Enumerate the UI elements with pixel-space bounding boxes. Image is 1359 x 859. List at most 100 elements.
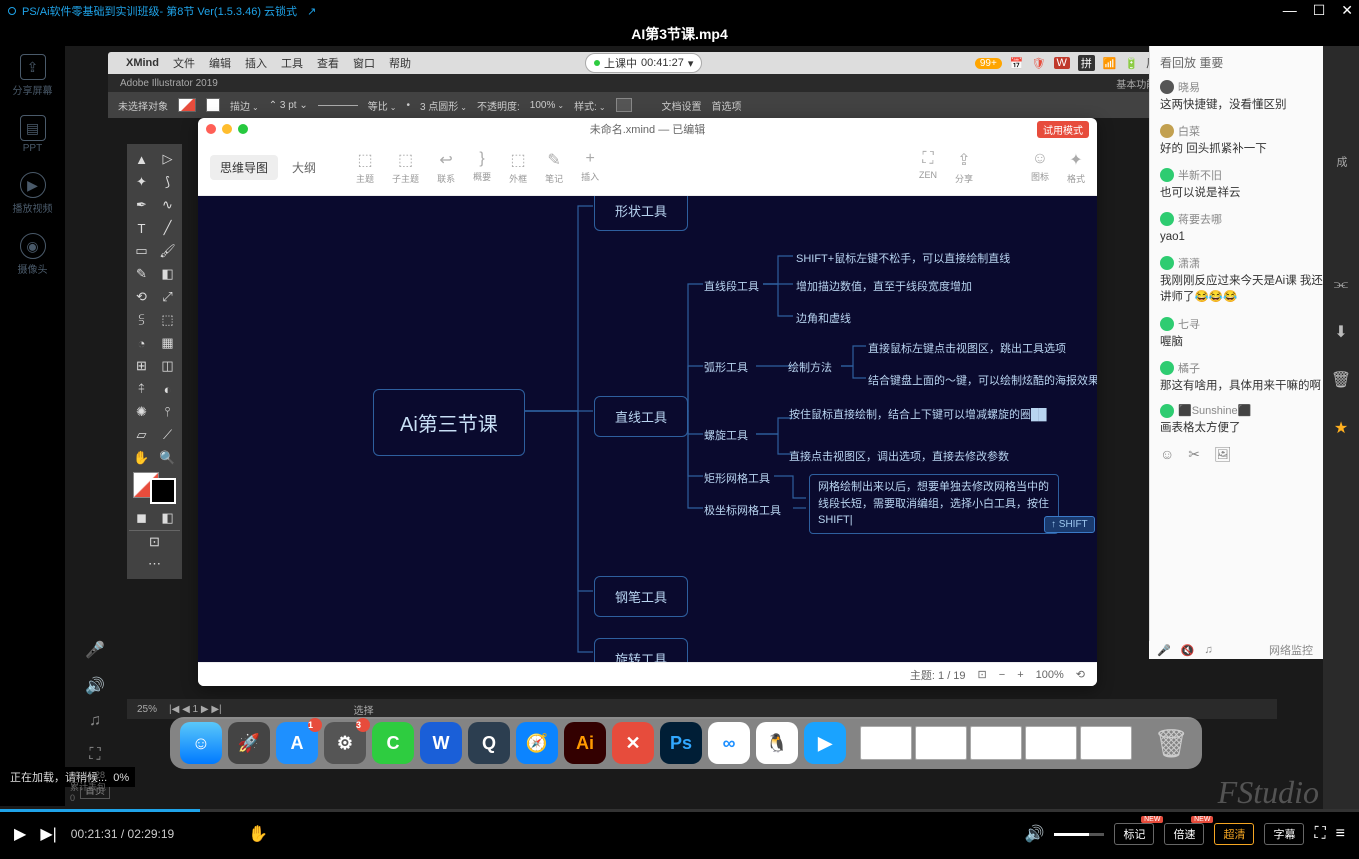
input-method[interactable]: 拼 — [1078, 55, 1095, 71]
menu-file[interactable]: 文件 — [173, 55, 195, 71]
ppt-button[interactable]: ▤PPT — [20, 115, 46, 154]
menu-insert[interactable]: 插入 — [245, 55, 267, 71]
shape-builder-tool[interactable]: ◔ — [129, 332, 154, 354]
zoom-tool[interactable]: 🔍 — [155, 447, 180, 469]
eyedropper-tool[interactable]: ⤉ — [129, 378, 154, 400]
scissors-icon[interactable]: ✂ — [1188, 446, 1200, 463]
player-app[interactable]: ▶ — [804, 722, 846, 764]
screen-mode[interactable]: ⊡ — [129, 530, 180, 552]
preferences-button[interactable]: 首选项 — [712, 98, 742, 113]
dock-thumb[interactable] — [860, 726, 912, 760]
width-tool[interactable]: ⫓ — [129, 309, 154, 331]
camera-button[interactable]: ◉摄像头 — [18, 233, 48, 276]
xmind-app[interactable]: ✕ — [612, 722, 654, 764]
appstore-app[interactable]: A1 — [276, 722, 318, 764]
node-rotate[interactable]: 旋转工具 — [594, 638, 688, 662]
hand-tool[interactable]: ✋ — [129, 447, 154, 469]
rectangle-tool[interactable]: ▭ — [129, 240, 154, 262]
dock-thumb[interactable] — [1080, 726, 1132, 760]
music-icon[interactable]: ♫ — [89, 712, 101, 730]
delete-icon[interactable]: 🗑 — [1331, 370, 1351, 390]
node-rectgrid[interactable]: 矩形网格工具 — [704, 470, 770, 486]
photoshop-app[interactable]: Ps — [660, 722, 702, 764]
scale-tool[interactable]: ⤢ — [155, 286, 180, 308]
close-traffic-light[interactable] — [206, 124, 216, 134]
progress-bar[interactable] — [0, 809, 1359, 812]
curvature-tool[interactable]: ∿ — [155, 194, 180, 216]
qq-app[interactable]: 🐧 — [756, 722, 798, 764]
volume-icon[interactable]: 🔊 — [1025, 824, 1045, 844]
network-monitor[interactable]: 网络监控 — [1269, 642, 1313, 658]
tab-outline[interactable]: 大纲 — [282, 155, 326, 180]
star-icon[interactable]: ★ — [1334, 418, 1348, 438]
emoji-icon[interactable]: ☺ — [1160, 446, 1174, 463]
share-icon[interactable]: ⫘ — [1334, 276, 1348, 294]
node-polar[interactable]: 极坐标网格工具 — [704, 502, 781, 518]
graph-tool[interactable]: ⫯ — [155, 401, 180, 423]
direct-selection-tool[interactable]: ▷ — [155, 148, 180, 170]
wps-app[interactable]: W — [420, 722, 462, 764]
btn-share[interactable]: ⇪分享 — [955, 150, 973, 185]
close-button[interactable]: ✕ — [1341, 2, 1353, 19]
leaf-grid-editing[interactable]: 网格绘制出来以后，想要单独去修改网格当中的线段长短，需要取消编组，选择小白工具，… — [809, 474, 1059, 534]
external-link-icon[interactable]: ↗ — [307, 5, 316, 18]
fit-button[interactable]: ⟲ — [1076, 668, 1085, 681]
btn-boundary[interactable]: ⬚外框 — [509, 150, 527, 185]
stroke-label[interactable]: 描边 — [230, 98, 259, 113]
minimize-traffic-light[interactable] — [222, 124, 232, 134]
settings-app[interactable]: ⚙3 — [324, 722, 366, 764]
btn-relationship[interactable]: ↩联系 — [437, 150, 455, 185]
share-screen-button[interactable]: ⇪分享屏幕 — [13, 54, 53, 97]
btn-icon[interactable]: ☺图标 — [1031, 150, 1049, 185]
list-button[interactable]: ≡ — [1336, 825, 1345, 843]
leaf-arc2[interactable]: 结合键盘上面的～键，可以绘制炫酷的海报效果 — [868, 372, 1097, 388]
wifi-icon[interactable]: 📶 — [1103, 57, 1117, 70]
btn-note[interactable]: ✎笔记 — [545, 150, 563, 185]
safari-app[interactable]: 🧭 — [516, 722, 558, 764]
pen-tool[interactable]: ✒ — [129, 194, 154, 216]
line-tool[interactable]: ╱ — [155, 217, 180, 239]
fill-stroke-control[interactable] — [129, 470, 180, 506]
subtitle-button[interactable]: 字幕 — [1264, 823, 1304, 845]
map-icon[interactable]: ⊡ — [978, 668, 987, 681]
edit-toolbar[interactable]: ⋯ — [129, 553, 180, 575]
artboard-tool[interactable]: ▱ — [129, 424, 154, 446]
dock-thumb[interactable] — [1025, 726, 1077, 760]
leaf-seg3[interactable]: 边角和虚线 — [796, 310, 851, 326]
sound-toggle[interactable]: 🔇 — [1181, 644, 1195, 657]
calendar-icon[interactable]: 📅 — [1010, 57, 1024, 70]
free-transform-tool[interactable]: ⬚ — [155, 309, 180, 331]
next-button[interactable]: ▶| — [40, 824, 56, 844]
mesh-tool[interactable]: ⊞ — [129, 355, 154, 377]
maximize-button[interactable]: ☐ — [1313, 2, 1326, 19]
gradient-mode[interactable]: ◧ — [155, 507, 180, 529]
notification-badge[interactable]: 99+ — [975, 58, 1002, 69]
leaf-arc1[interactable]: 直接鼠标左键点击视图区，跳出工具选项 — [868, 340, 1066, 356]
node-main[interactable]: Ai第三节课 — [373, 389, 525, 456]
music-toggle[interactable]: ♫ — [1204, 644, 1212, 657]
speaker-icon[interactable]: 🔊 — [85, 676, 105, 696]
menu-window[interactable]: 窗口 — [353, 55, 375, 71]
btn-summary[interactable]: }概要 — [473, 150, 491, 185]
btn-zen[interactable]: ⛶ZEN — [919, 150, 937, 185]
app-icon[interactable]: W — [1054, 57, 1070, 69]
fill-swatch[interactable] — [178, 98, 196, 112]
style-swatch[interactable] — [616, 98, 632, 112]
tab-mindmap[interactable]: 思维导图 — [210, 155, 278, 180]
quicktime-app[interactable]: Q — [468, 722, 510, 764]
refresh-icon[interactable] — [8, 7, 16, 15]
illustrator-app[interactable]: Ai — [564, 722, 606, 764]
shield-icon[interactable]: 🛡 — [1032, 57, 1046, 70]
zoom-traffic-light[interactable] — [238, 124, 248, 134]
fullscreen-button[interactable]: ⛶ — [1314, 825, 1325, 843]
btn-topic[interactable]: ⬚主题 — [356, 150, 374, 185]
node-arc[interactable]: 弧形工具 — [704, 359, 748, 375]
fullscreen-icon[interactable]: ⛶ — [89, 746, 100, 764]
btn-insert[interactable]: +插入 — [581, 150, 599, 185]
type-tool[interactable]: T — [129, 217, 154, 239]
node-line[interactable]: 直线工具 — [594, 396, 688, 437]
play-video-button[interactable]: ▶播放视频 — [13, 172, 53, 215]
shaper-tool[interactable]: ✎ — [129, 263, 154, 285]
leaf-sp1[interactable]: 按住鼠标直接绘制，结合上下键可以增减螺旋的圈██ — [789, 406, 1047, 422]
quality-button[interactable]: 超清 — [1214, 823, 1254, 845]
